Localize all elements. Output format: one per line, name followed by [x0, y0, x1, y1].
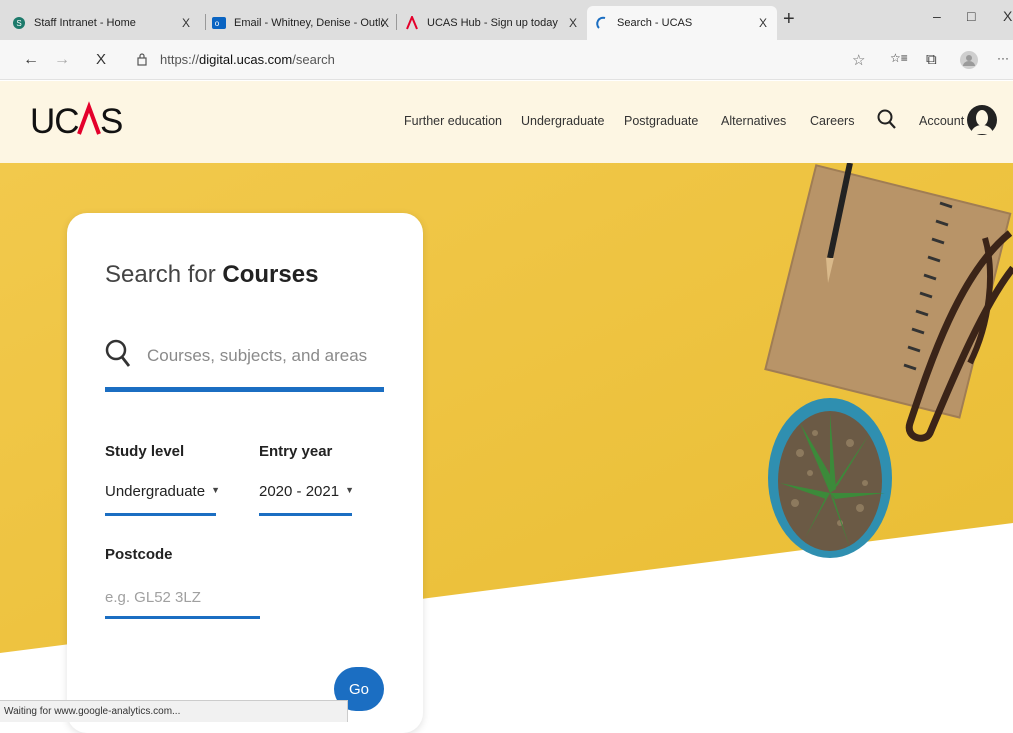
new-tab-button[interactable]: +	[783, 9, 795, 29]
sharepoint-icon: S	[13, 17, 25, 29]
ucas-favicon-icon	[406, 16, 418, 30]
svg-text:UC: UC	[30, 102, 79, 141]
svg-text:S: S	[16, 19, 21, 28]
nav-postgraduate[interactable]: Postgraduate	[624, 114, 698, 128]
tab-close-icon[interactable]: X	[182, 16, 190, 30]
address-toolbar: ← → X https://digital.ucas.com/search ☆ …	[0, 40, 1013, 80]
ucas-logo[interactable]: UC S	[30, 101, 130, 141]
tab-title: UCAS Hub - Sign up today	[427, 17, 558, 29]
outlook-icon: o	[212, 17, 226, 29]
dropdown-caret-icon: ▼	[345, 485, 354, 495]
back-button[interactable]: ←	[23, 50, 39, 70]
search-icon	[105, 339, 131, 367]
tab-email-outlook[interactable]: o Email - Whitney, Denise - Outloo X	[206, 6, 395, 40]
loading-spinner-icon	[596, 16, 606, 29]
search-input-underline	[105, 387, 384, 392]
svg-text:o: o	[215, 19, 220, 28]
entry-year-select[interactable]: 2020 - 2021 ▼	[259, 483, 354, 500]
close-window-button[interactable]: X	[1003, 8, 1012, 24]
entry-year-underline	[259, 513, 352, 516]
account-avatar-icon[interactable]	[966, 103, 998, 137]
tab-close-icon[interactable]: X	[569, 16, 577, 30]
postcode-input[interactable]	[105, 585, 259, 609]
browser-tab-bar: S Staff Intranet - Home X o Email - Whit…	[0, 0, 1013, 40]
tab-title: Email - Whitney, Denise - Outloo	[234, 17, 384, 29]
tab-close-icon[interactable]: X	[381, 16, 389, 30]
postcode-underline	[105, 616, 260, 619]
svg-text:S: S	[100, 102, 123, 141]
lock-icon	[137, 53, 147, 66]
nav-careers[interactable]: Careers	[810, 114, 854, 128]
nav-alternatives[interactable]: Alternatives	[721, 114, 786, 128]
study-level-select[interactable]: Undergraduate ▼	[105, 483, 220, 500]
restore-button[interactable]: □	[967, 8, 975, 24]
address-field[interactable]: https://digital.ucas.com/search	[160, 52, 335, 67]
account-link[interactable]: Account	[919, 114, 964, 128]
search-heading-prefix: Search for	[105, 261, 216, 288]
stop-loading-button[interactable]: X	[96, 50, 106, 70]
nav-undergraduate[interactable]: Undergraduate	[521, 114, 604, 128]
search-heading-bold: Courses	[222, 261, 319, 288]
collections-icon[interactable]: ⧉	[926, 51, 937, 68]
url-path: /search	[292, 52, 335, 67]
more-menu-icon[interactable]: ···	[997, 51, 1009, 65]
dropdown-caret-icon: ▼	[211, 485, 220, 495]
site-header: UC S Further education Undergraduate Pos…	[0, 81, 1013, 163]
nav-further-education[interactable]: Further education	[404, 114, 502, 128]
search-icon[interactable]	[877, 109, 897, 131]
course-search-input[interactable]	[147, 341, 383, 371]
url-scheme: https://	[160, 52, 200, 67]
tab-search-ucas[interactable]: Search - UCAS X	[587, 6, 777, 40]
postcode-label: Postcode	[105, 546, 173, 563]
tab-close-icon[interactable]: X	[759, 16, 767, 30]
tab-title: Search - UCAS	[617, 17, 693, 29]
entry-year-label: Entry year	[259, 443, 333, 460]
profile-icon[interactable]	[960, 51, 978, 69]
study-level-underline	[105, 513, 216, 516]
browser-status-bar: Waiting for www.google-analytics.com...	[0, 700, 348, 722]
tab-title: Staff Intranet - Home	[34, 17, 136, 29]
tab-ucas-hub[interactable]: UCAS Hub - Sign up today X	[397, 6, 587, 40]
minimize-button[interactable]: –	[933, 8, 941, 24]
course-search-card: Search for Courses Study level Undergrad…	[67, 213, 423, 733]
forward-button[interactable]: →	[54, 50, 70, 70]
study-level-value: Undergraduate	[105, 483, 206, 500]
tab-staff-intranet[interactable]: S Staff Intranet - Home X	[0, 6, 200, 40]
search-heading: Search for Courses	[105, 261, 318, 289]
study-level-label: Study level	[105, 443, 185, 460]
favorites-list-icon[interactable]: ☆≡	[890, 51, 908, 65]
url-host: digital.ucas.com	[199, 52, 293, 67]
entry-year-value: 2020 - 2021	[259, 483, 340, 500]
favorite-star-icon[interactable]: ☆	[852, 51, 865, 69]
